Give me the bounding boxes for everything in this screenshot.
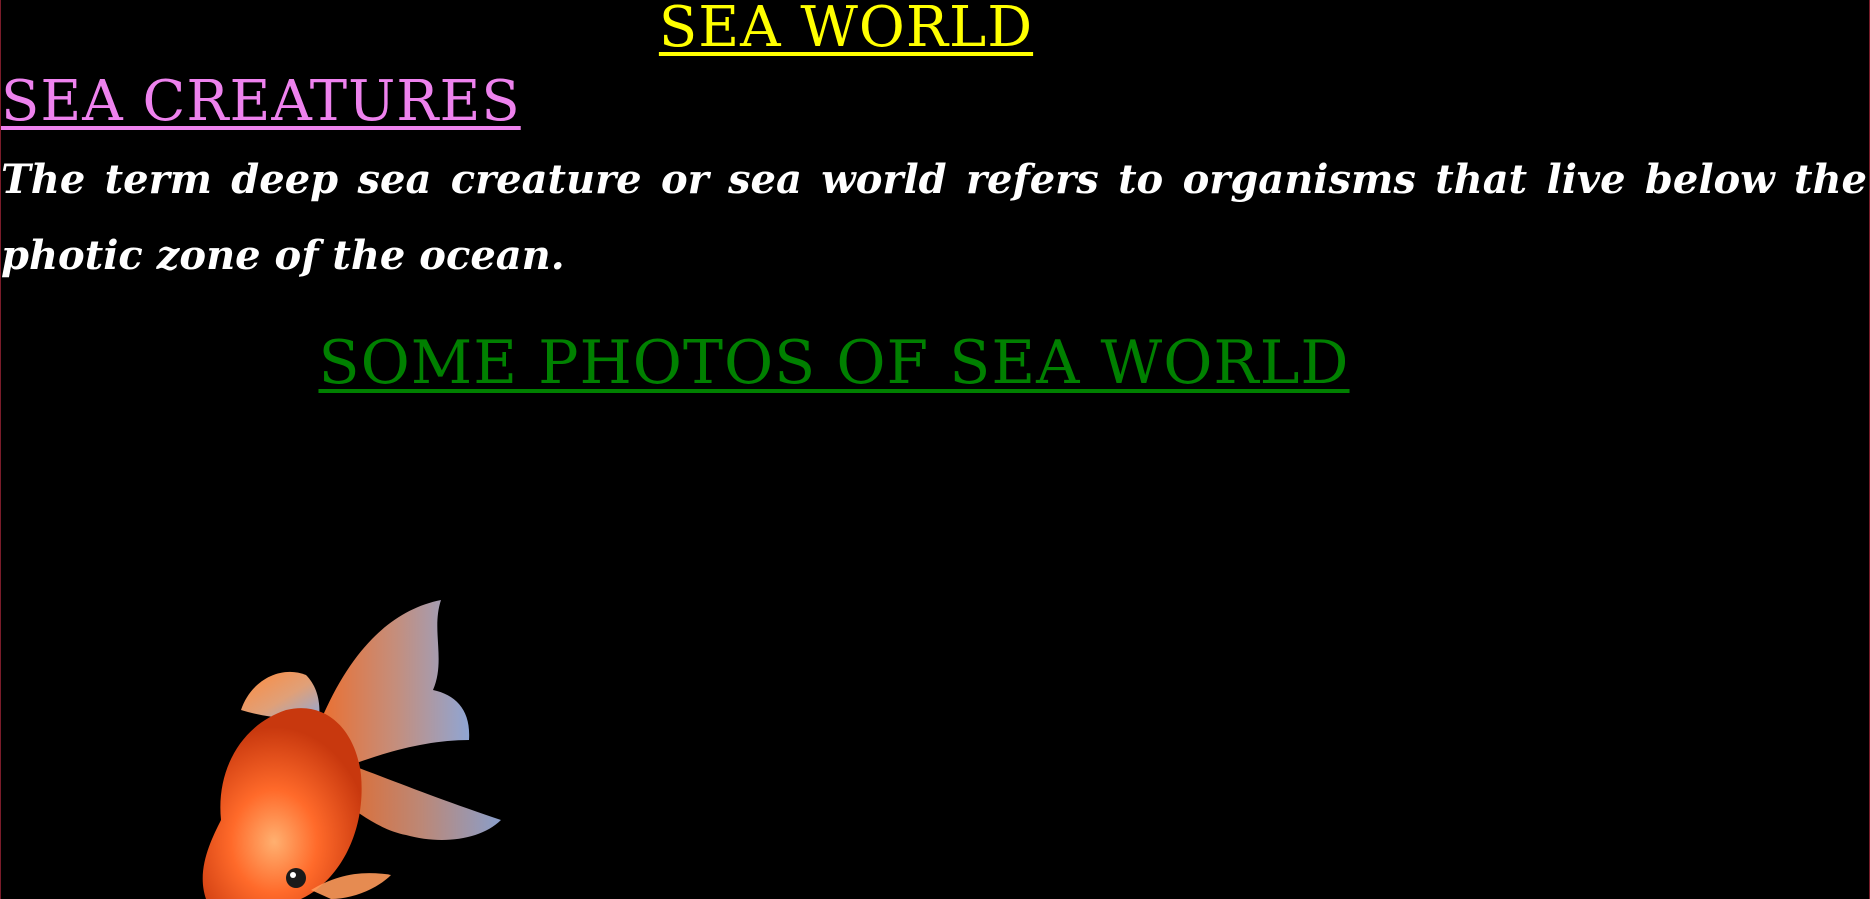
photos-heading: SOME PHOTOS OF SEA WORLD <box>318 328 1350 398</box>
page-title: SEA WORLD <box>658 0 1034 60</box>
goldfish-photo <box>202 600 501 899</box>
intro-paragraph: The term deep sea creature or sea world … <box>1 156 1867 279</box>
section-heading: SEA CREATURES <box>1 69 521 134</box>
